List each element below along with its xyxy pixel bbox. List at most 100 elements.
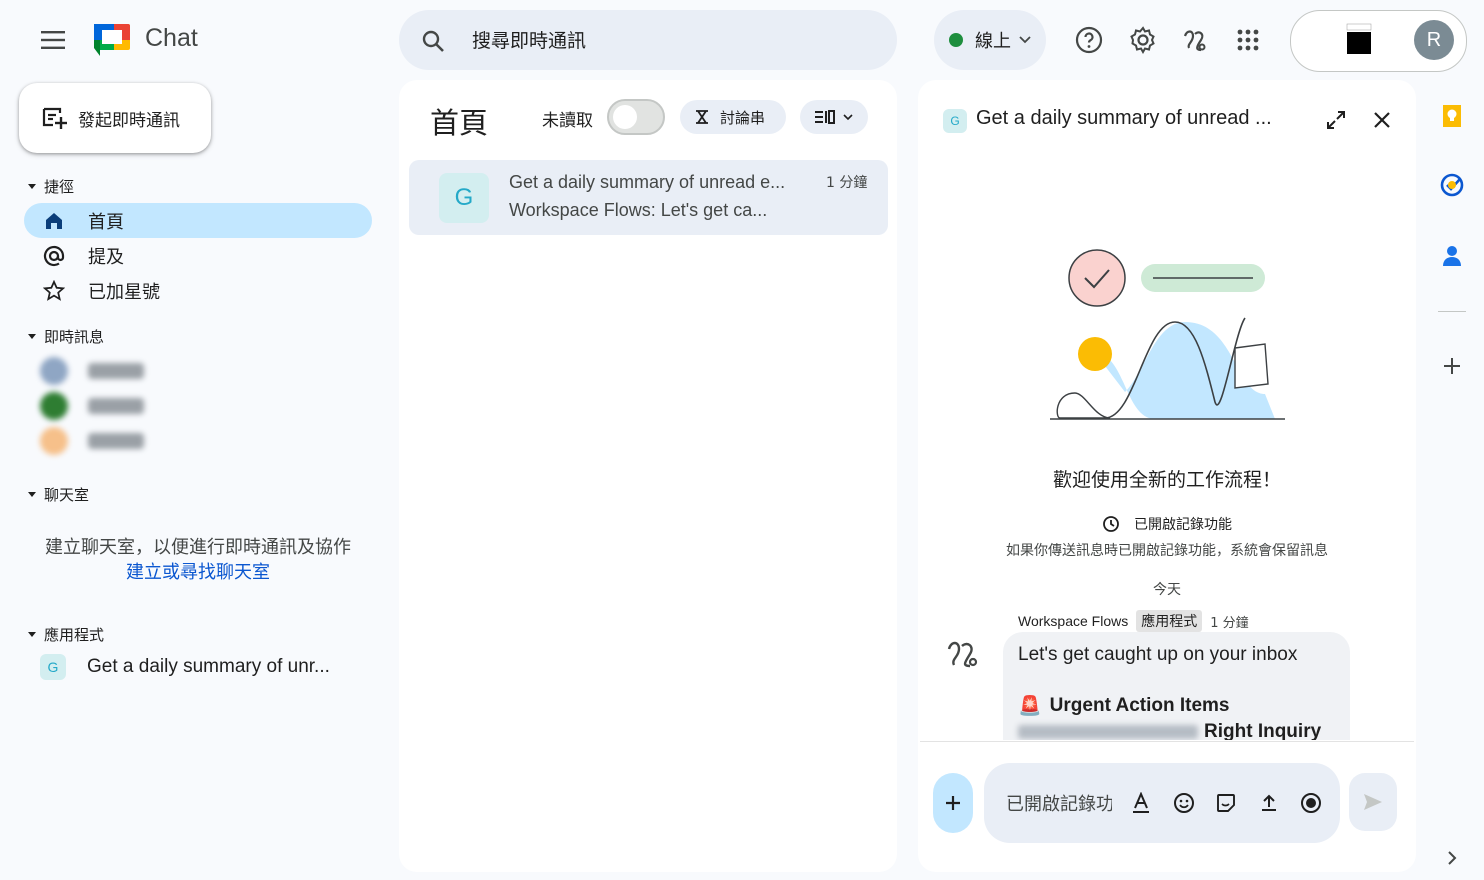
send-button[interactable] [1349, 773, 1397, 831]
record-icon [1301, 793, 1321, 813]
expand-rail-button[interactable] [1440, 846, 1464, 870]
expand-button[interactable] [1320, 104, 1352, 136]
emoji-button[interactable] [1171, 790, 1197, 816]
create-find-space-link[interactable]: 建立或尋找聊天室 [20, 560, 376, 585]
history-icon [1103, 516, 1119, 532]
tasks-app-button[interactable] [1438, 171, 1466, 199]
flows-button[interactable] [1175, 20, 1215, 60]
apps-section-toggle[interactable]: 應用程式 [28, 624, 104, 645]
message-meta: Workspace Flows 應用程式 1 分鐘 [1018, 610, 1249, 632]
close-button[interactable] [1366, 104, 1398, 136]
dm-section-toggle[interactable]: 即時訊息 [28, 326, 104, 347]
message-bubble: Let's get caught up on your inbox 🚨 Urge… [1003, 632, 1350, 740]
menu-icon [41, 31, 65, 49]
history-description: 如果你傳送訊息時已開啟記錄功能，系統會保留訊息 [1006, 543, 1328, 559]
history-status: 已開啟記錄功能 [920, 514, 1414, 534]
page-title: 首頁 [430, 106, 489, 140]
search-icon[interactable] [418, 26, 448, 56]
sticker-button[interactable] [1213, 790, 1239, 816]
conversation-avatar: G [439, 173, 489, 223]
plus-icon [1444, 358, 1460, 374]
send-icon [1364, 794, 1382, 810]
message-list[interactable]: Let's get caught up on your inbox 🚨 Urge… [920, 632, 1414, 740]
message-line-text: Right Inquiry [1204, 721, 1322, 740]
message-heading-text: Urgent Action Items [1049, 695, 1230, 716]
collapse-caret-icon [28, 492, 36, 497]
apps-launcher-button[interactable] [1228, 20, 1268, 60]
contacts-app-button[interactable] [1438, 242, 1466, 270]
shortcuts-title: 捷徑 [44, 178, 75, 196]
upload-button[interactable] [1256, 790, 1282, 816]
tasks-icon [1440, 173, 1464, 197]
conversation-time: 1 分鐘 [826, 175, 868, 191]
message-line: Right Inquiry [1018, 721, 1321, 740]
upload-icon [1262, 794, 1276, 811]
new-chat-icon [42, 107, 67, 129]
unread-filter-label: 未讀取 [542, 111, 593, 131]
add-attachment-button[interactable] [933, 773, 973, 833]
keep-app-button[interactable] [1438, 102, 1466, 130]
sticker-icon [1217, 794, 1235, 812]
chevron-down-icon [1019, 36, 1031, 44]
search-input[interactable] [470, 24, 874, 58]
star-icon [40, 277, 68, 305]
plus-icon [946, 796, 960, 810]
redacted-name [88, 363, 144, 379]
message-line: Let's get caught up on your inbox [1018, 644, 1298, 665]
threads-button[interactable]: 討論串 [680, 100, 786, 134]
dm-item[interactable] [40, 357, 144, 385]
spaces-empty-hint: 建立聊天室，以便進行即時通訊及協作 建立或尋找聊天室 [20, 535, 376, 585]
home-icon [40, 207, 68, 235]
threads-label: 討論串 [720, 108, 766, 127]
expand-icon [1327, 111, 1345, 129]
main-menu-button[interactable] [30, 20, 78, 60]
app-tag-badge: 應用程式 [1136, 610, 1203, 632]
sidebar-item-starred[interactable]: 已加星號 [24, 273, 372, 308]
new-chat-button[interactable]: 發起即時通訊 [19, 83, 211, 153]
settings-button[interactable] [1123, 20, 1163, 60]
conversation-header-title: Get a daily summary of unread ... [976, 107, 1272, 129]
filter-list-icon [815, 110, 835, 124]
add-addon-button[interactable] [1438, 352, 1466, 380]
dm-item[interactable] [40, 427, 144, 455]
avatar [40, 357, 68, 385]
record-button[interactable] [1298, 790, 1324, 816]
redacted-name [88, 433, 144, 449]
help-button[interactable] [1069, 20, 1109, 60]
close-icon [1374, 112, 1390, 128]
avatar [40, 392, 68, 420]
sidebar-item-app[interactable]: G Get a daily summary of unr... [40, 654, 330, 680]
status-label: 線上 [975, 31, 1011, 52]
message-input[interactable] [1004, 790, 1114, 818]
chevron-down-icon [843, 113, 853, 120]
dm-item[interactable] [40, 392, 144, 420]
dm-title: 即時訊息 [44, 328, 105, 346]
status-selector[interactable]: 線上 [934, 10, 1046, 70]
message-sender[interactable]: Workspace Flows [1018, 613, 1128, 629]
apps-title: 應用程式 [44, 626, 105, 644]
spaces-hint-text: 建立聊天室，以便進行即時通訊及協作 [45, 537, 351, 558]
contacts-icon [1443, 246, 1461, 266]
threads-icon [696, 110, 708, 124]
conversation-snippet: Workspace Flows: Let's get ca... [509, 200, 768, 220]
user-avatar[interactable]: R [1414, 20, 1454, 60]
online-status-icon [949, 33, 963, 47]
format-text-button[interactable] [1128, 790, 1154, 816]
spaces-section-toggle[interactable]: 聊天室 [28, 484, 89, 505]
sort-filter-button[interactable] [800, 100, 868, 134]
shortcuts-section-toggle[interactable]: 捷徑 [28, 176, 74, 197]
sidebar-item-mentions[interactable]: 提及 [24, 238, 372, 273]
help-icon [1075, 26, 1103, 54]
welcome-heading: 歡迎使用全新的工作流程！ [1052, 469, 1281, 491]
sidebar-item-label: 首頁 [88, 211, 124, 233]
rail-divider [1438, 311, 1466, 312]
sidebar-item-home[interactable]: 首頁 [24, 203, 372, 238]
keep-icon [1443, 105, 1461, 127]
format-text-icon [1133, 792, 1149, 813]
redacted-text [1018, 725, 1198, 739]
conversation-avatar: G [943, 109, 967, 133]
unread-toggle[interactable] [607, 99, 665, 135]
collapse-caret-icon [28, 184, 36, 189]
collapse-caret-icon [28, 334, 36, 339]
at-icon [40, 242, 68, 270]
